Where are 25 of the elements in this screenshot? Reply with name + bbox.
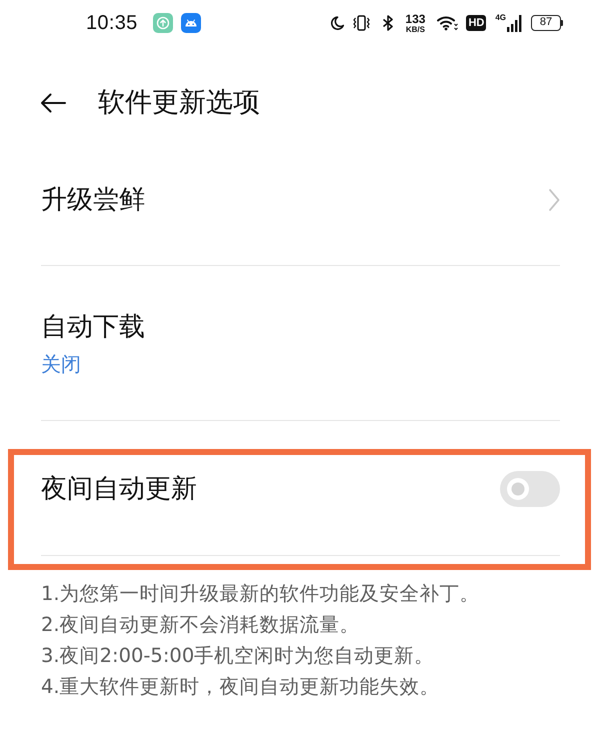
signal-icon <box>507 14 522 32</box>
moon-icon <box>331 16 344 30</box>
network-speed-value: 133 <box>405 12 426 24</box>
chevron-right-icon[interactable] <box>548 188 560 212</box>
note-text: 4.重大软件更新时，夜间自动更新功能失效。 <box>41 674 441 700</box>
status-time: 10:35 <box>86 12 138 34</box>
robot-app-icon <box>180 13 201 33</box>
vibrate-icon <box>353 15 370 31</box>
upload-app-icon <box>152 13 173 33</box>
setting-title[interactable]: 升级尝鲜 <box>41 183 145 217</box>
back-button[interactable] <box>40 93 66 113</box>
setting-title[interactable]: 自动下载 <box>41 310 145 344</box>
network-type-label: 4G <box>495 14 506 22</box>
setting-title[interactable]: 夜间自动更新 <box>41 472 197 506</box>
note-text: 1.为您第一时间升级最新的软件功能及安全补丁。 <box>41 581 481 607</box>
bluetooth-icon <box>382 15 394 31</box>
setting-value: 关闭 <box>41 351 81 377</box>
battery-percentage: 87 <box>531 15 561 31</box>
note-text: 3.夜间2:00-5:00手机空闲时为您自动更新。 <box>41 643 436 669</box>
network-speed-unit: KB/S <box>406 26 425 34</box>
page-title: 软件更新选项 <box>98 86 260 120</box>
toggle-switch[interactable] <box>500 471 560 507</box>
hd-badge: HD <box>466 15 486 31</box>
wifi-icon <box>437 15 458 31</box>
note-text: 2.夜间自动更新不会消耗数据流量。 <box>41 612 361 638</box>
